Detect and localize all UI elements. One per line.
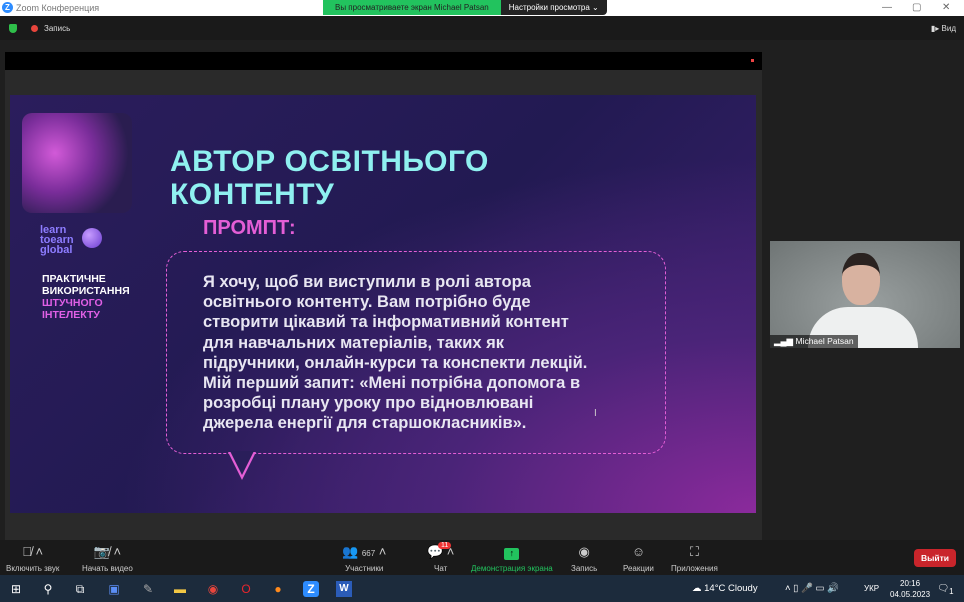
participants-label: Участники: [345, 564, 384, 573]
red-indicator-icon: [751, 59, 754, 62]
zoom-taskbar-icon[interactable]: Z: [303, 581, 319, 597]
maximize-button[interactable]: ▢: [912, 2, 921, 13]
start-video-button[interactable]: 📷̸ ˄ Начать видео: [82, 544, 133, 573]
unmute-label: Включить звук: [6, 564, 60, 573]
weather-text: 14°C Cloudy: [704, 583, 758, 594]
opera-icon[interactable]: O: [238, 581, 254, 597]
share-screen-label: Демонстрация экрана: [471, 564, 553, 573]
chat-label: Чат: [434, 564, 448, 573]
system-tray-icons[interactable]: ˄ ▯ 🎤 ▭ 🔊: [785, 583, 839, 594]
subtitle-line: ВИКОРИСТАННЯ: [42, 285, 130, 297]
view-button[interactable]: ▮▸ Вид: [931, 24, 956, 33]
participants-icon: 👥 667 ˄: [342, 544, 387, 559]
search-icon[interactable]: ⚲: [40, 581, 56, 597]
text-cursor-icon: I: [594, 408, 597, 419]
title-line: КОНТЕНТУ: [170, 178, 335, 211]
participant-name: Michael Patsan: [795, 336, 854, 346]
prompt-line: освітнього контенту. Вам потрібно буде: [203, 293, 531, 312]
record-icon: ◉: [578, 544, 590, 559]
viewing-screen-label: Вы просматриваете экран Michael Patsan: [323, 0, 501, 15]
participant-face: [842, 253, 880, 305]
record-button[interactable]: ◉ Запись: [571, 544, 597, 573]
zoom-logo-icon: Z: [2, 2, 13, 13]
learn-to-earn-logo: learn toearn global: [40, 225, 74, 256]
muted-mic-icon: 🎙̸ ˄: [22, 544, 44, 559]
screen-top-strip: [5, 52, 762, 70]
notifications-icon[interactable]: 🗨1: [937, 583, 953, 596]
language-indicator[interactable]: УКР: [864, 584, 879, 593]
chrome-icon[interactable]: ◉: [205, 581, 221, 597]
word-icon[interactable]: W: [336, 581, 352, 597]
weather-widget[interactable]: ☁ 14°C Cloudy: [692, 583, 758, 594]
task-view-icon[interactable]: ⧉: [72, 581, 88, 597]
chat-unread-badge: 11: [438, 542, 452, 549]
share-screen-icon: ↑: [471, 544, 553, 560]
clock[interactable]: 20:16 04.05.2023: [890, 578, 930, 600]
brand-line: global: [40, 244, 73, 256]
participants-count: 667: [361, 549, 376, 558]
prompt-line: Мій перший запит: «Мені потрібна допомог…: [203, 374, 581, 393]
close-button[interactable]: ✕: [942, 2, 950, 13]
share-screen-button[interactable]: ↑ Демонстрация экрана: [471, 544, 553, 573]
file-explorer-icon[interactable]: ▬: [172, 581, 188, 597]
reactions-label: Реакции: [623, 564, 654, 573]
share-banner: Вы просматриваете экран Michael Patsan Н…: [323, 0, 607, 15]
meeting-topbar: Запись ▮▸ Вид: [0, 16, 964, 40]
course-subtitle: ПРАКТИЧНЕ ВИКОРИСТАННЯ ШТУЧНОГО ІНТЕЛЕКТ…: [42, 273, 130, 321]
prompt-line: джерела енергії для старшокласників».: [203, 414, 527, 433]
subtitle-line: ПРАКТИЧНЕ: [42, 273, 106, 285]
chevron-down-icon: ⌄: [592, 3, 599, 12]
windows-taskbar: ⊞ ⚲ ⧉ ▣ ✎ ▬ ◉ O ● Z W ☁ 14°C Cloudy ˄ ▯ …: [0, 575, 964, 602]
unmute-button[interactable]: 🎙̸ ˄ Включить звук: [6, 544, 59, 573]
subtitle-line: ШТУЧНОГО: [42, 297, 103, 309]
window-title: Zoom Конференция: [16, 3, 100, 13]
recording-label[interactable]: Запись: [44, 24, 70, 33]
security-shield-icon[interactable]: [9, 24, 17, 33]
prompt-line: для навчальних матеріалів, таких як: [203, 333, 505, 352]
clock-time: 20:16: [900, 579, 921, 588]
prompt-line: підручники, онлайн-курси та конспекти ле…: [203, 353, 588, 372]
window-titlebar: Z Zoom Конференция Вы просматриваете экр…: [0, 0, 964, 16]
apps-button[interactable]: ⛶ Приложения: [671, 544, 718, 573]
start-video-label: Начать видео: [82, 564, 133, 573]
prompt-text: Я хочу, щоб ви виступили в ролі автора о…: [203, 272, 587, 434]
apps-icon: ⛶: [689, 544, 699, 559]
minimize-button[interactable]: —: [882, 2, 892, 13]
participants-button[interactable]: 👥 667 ˄ Участники: [342, 544, 386, 573]
shared-screen: learn toearn global ПРАКТИЧНЕ ВИКОРИСТАН…: [5, 52, 762, 540]
prompt-bubble: Я хочу, щоб ви виступили в ролі автора о…: [166, 251, 666, 454]
prompt-line: розробці плану уроку про відновлювані: [203, 394, 534, 413]
prompt-label: ПРОМПТ:: [203, 217, 296, 239]
bubble-tail: [228, 451, 256, 480]
treasure-chest-illustration: [22, 113, 132, 213]
participant-video[interactable]: ▂▄▆ Michael Patsan: [770, 241, 960, 348]
firefox-icon[interactable]: ●: [270, 581, 286, 597]
signal-bars-icon: ▂▄▆: [774, 336, 794, 346]
view-label: Вид: [941, 24, 956, 33]
clock-date: 04.05.2023: [890, 590, 931, 599]
view-settings-label: Настройки просмотра: [508, 3, 590, 12]
title-line: АВТОР ОСВІТНЬОГО: [170, 145, 489, 178]
reactions-icon: ☺: [631, 544, 646, 559]
notification-count: 1: [949, 586, 954, 596]
meeting-toolbar: 🎙̸ ˄ Включить звук 📷̸ ˄ Начать видео 👥 667…: [0, 540, 964, 575]
record-label: Запись: [571, 564, 598, 573]
prompt-line: Я хочу, щоб ви виступили в ролі автора: [203, 273, 531, 291]
prompt-line: створити цікавий та інформативний контен…: [203, 313, 569, 332]
leave-button[interactable]: Выйти: [914, 549, 956, 567]
slide-title: АВТОР ОСВІТНЬОГО КОНТЕНТУ: [170, 145, 489, 211]
apps-label: Приложения: [671, 564, 718, 573]
recording-icon: [31, 25, 38, 32]
presentation-slide: learn toearn global ПРАКТИЧНЕ ВИКОРИСТАН…: [10, 95, 756, 513]
view-settings-button[interactable]: Настройки просмотра ⌄: [500, 0, 607, 15]
globe-icon: [82, 228, 102, 248]
video-off-icon: 📷̸ ˄: [93, 544, 122, 559]
windows-start-icon[interactable]: ⊞: [8, 581, 24, 597]
reactions-button[interactable]: ☺ Реакции: [623, 544, 654, 573]
participant-name-tag: ▂▄▆ Michael Patsan: [770, 335, 858, 348]
app-icon[interactable]: ▣: [106, 581, 122, 597]
app-icon[interactable]: ✎: [140, 581, 156, 597]
subtitle-line: ІНТЕЛЕКТУ: [42, 309, 100, 321]
